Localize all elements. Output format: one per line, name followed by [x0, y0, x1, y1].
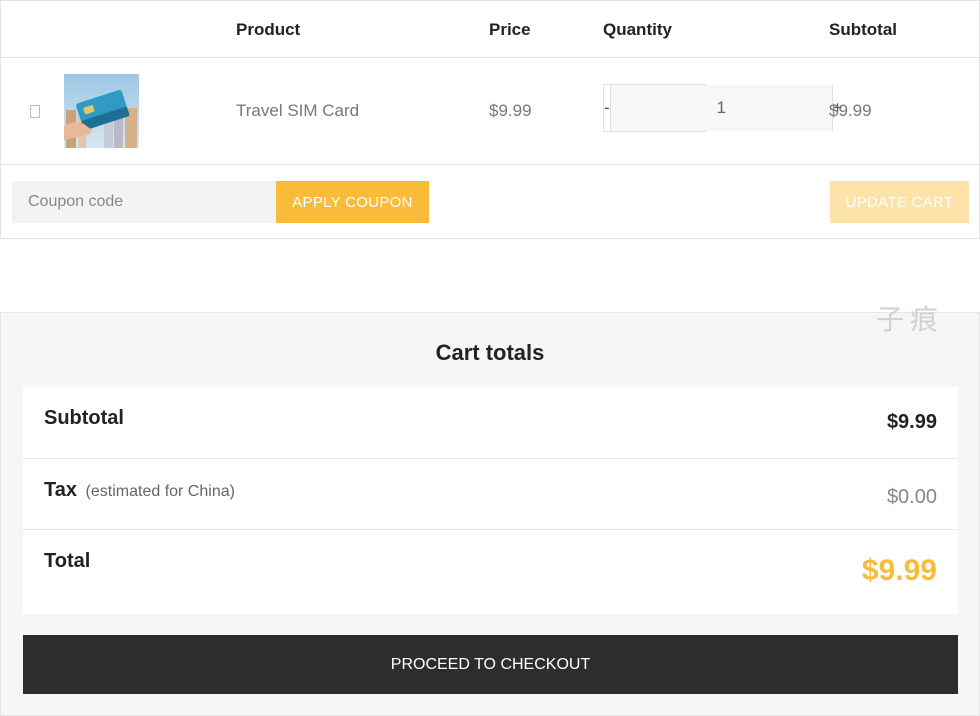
cart-totals-title: Cart totals	[435, 340, 545, 365]
quantity-decrease-button[interactable]: -	[604, 85, 611, 131]
header-product: Product	[236, 20, 301, 39]
header-quantity: Quantity	[603, 20, 672, 39]
product-thumbnail[interactable]	[64, 74, 139, 148]
product-price: $9.99	[489, 101, 532, 120]
tax-label: Tax	[44, 479, 77, 501]
cart-table: Product Price Quantity Subtotal Travel S…	[0, 0, 980, 239]
header-price: Price	[489, 20, 531, 39]
tax-note: (estimated for China)	[85, 483, 235, 500]
total-value: $9.99	[861, 554, 937, 587]
cart-actions: APPLY COUPON UPDATE CART	[1, 165, 979, 239]
subtotal-row: Subtotal $9.99	[23, 387, 958, 459]
total-label: Total	[44, 550, 91, 572]
quantity-stepper: - +	[603, 84, 843, 132]
product-name-link[interactable]: Travel SIM Card	[236, 101, 359, 121]
item-subtotal: $9.99	[829, 101, 872, 120]
total-row: Total $9.99	[23, 530, 958, 614]
subtotal-value: $9.99	[886, 411, 937, 433]
proceed-to-checkout-button[interactable]: PROCEED TO CHECKOUT	[23, 635, 958, 694]
remove-item-icon[interactable]	[30, 105, 40, 118]
tax-row: Tax (estimated for China) $0.00	[23, 459, 958, 530]
quantity-input[interactable]	[610, 85, 832, 131]
cart-table-header: Product Price Quantity Subtotal	[1, 1, 979, 58]
watermark-text: 子痕	[876, 303, 945, 336]
header-subtotal: Subtotal	[829, 20, 897, 39]
tax-value: $0.00	[886, 486, 937, 508]
cart-item-row: Travel SIM Card $9.99 - + $9.99	[1, 58, 979, 165]
sim-card-thumbnail-icon	[64, 74, 139, 148]
cart-totals-table: Subtotal $9.99 Tax (estimated for China)…	[23, 387, 958, 614]
subtotal-label: Subtotal	[44, 407, 124, 429]
cart-totals: Cart totals Subtotal $9.99 Tax (estimate…	[0, 312, 980, 716]
apply-coupon-button[interactable]: APPLY COUPON	[276, 181, 429, 223]
tax-label-group: Tax (estimated for China)	[44, 479, 235, 502]
update-cart-button[interactable]: UPDATE CART	[830, 181, 969, 223]
coupon-code-input[interactable]	[12, 181, 276, 223]
